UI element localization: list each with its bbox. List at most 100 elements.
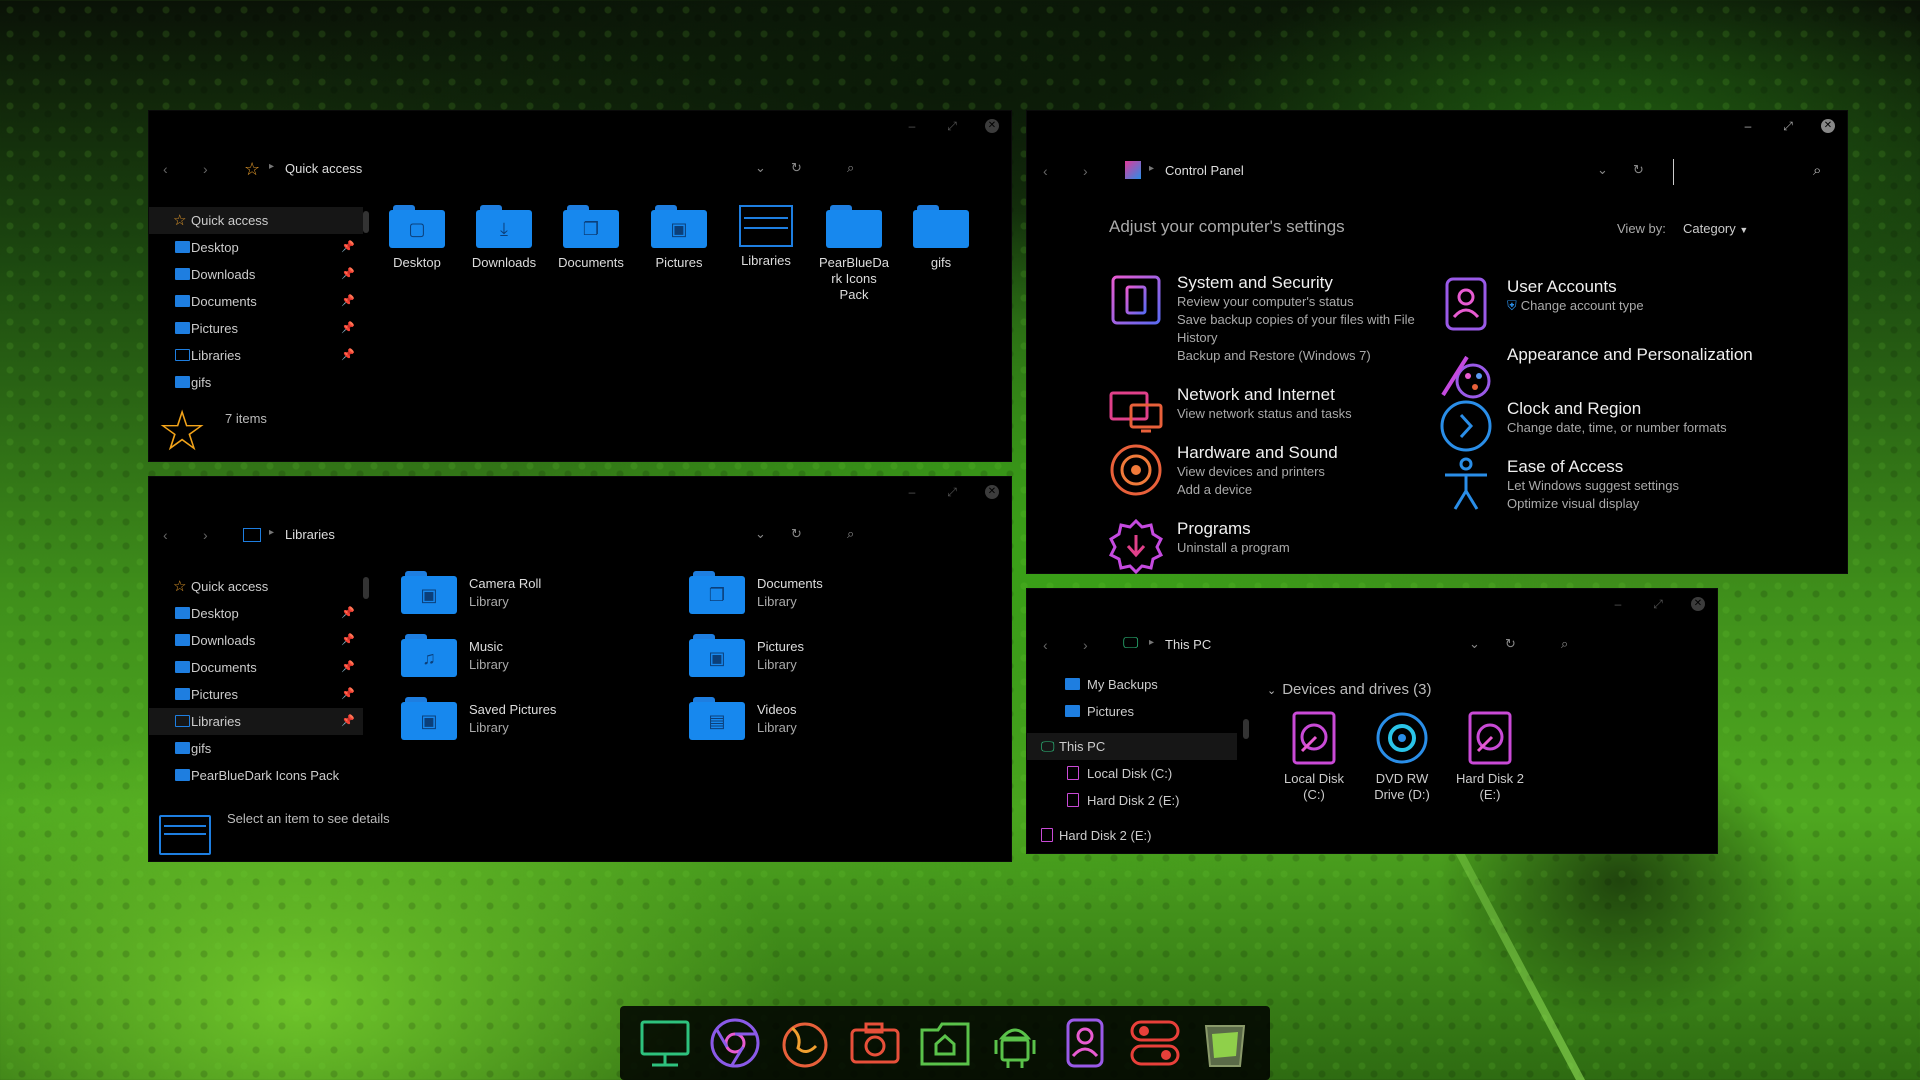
sidebar-item[interactable]: Local Disk (C:) xyxy=(1027,760,1237,787)
close-icon[interactable]: ✕ xyxy=(1821,119,1835,133)
sidebar-item[interactable]: Documents 📌 xyxy=(149,288,363,315)
breadcrumb[interactable]: This PC xyxy=(1165,637,1211,652)
accessibility-icon[interactable] xyxy=(1437,455,1495,513)
close-icon[interactable]: ✕ xyxy=(985,485,999,499)
forward-icon[interactable]: › xyxy=(203,161,208,177)
sidebar-item[interactable]: Desktop 📌 xyxy=(149,600,363,627)
folder-item[interactable]: ⤓ Downloads xyxy=(464,205,544,271)
user-account-icon[interactable] xyxy=(1437,275,1495,333)
sidebar-item[interactable]: ☆ Quick access xyxy=(149,573,363,600)
back-icon[interactable]: ‹ xyxy=(163,161,168,177)
sidebar-item[interactable]: Pictures xyxy=(1027,698,1237,725)
category-task-link[interactable]: Change date, time, or number formats xyxy=(1507,419,1727,437)
sidebar-item[interactable]: Libraries 📌 xyxy=(149,708,363,735)
sidebar-item[interactable]: Desktop 📌 xyxy=(149,234,363,261)
library-item[interactable]: ▤ Videos Library xyxy=(689,697,797,741)
scrollbar[interactable] xyxy=(363,211,369,233)
titlebar[interactable]: – ⤢ ✕ xyxy=(1027,111,1847,145)
maximize-icon[interactable]: ⤢ xyxy=(1651,597,1665,611)
camera-icon[interactable] xyxy=(845,1013,905,1073)
category-task-link[interactable]: Let Windows suggest settings xyxy=(1507,477,1679,495)
sidebar-item[interactable]: ☆ Quick access xyxy=(149,207,363,234)
category-task-link[interactable]: Review your computer's status xyxy=(1177,293,1427,311)
chevron-down-icon[interactable]: ⌄ xyxy=(755,526,766,542)
folder-item[interactable]: Libraries xyxy=(726,205,806,269)
breadcrumb[interactable]: Libraries xyxy=(285,527,335,542)
minimize-icon[interactable]: – xyxy=(905,119,919,133)
category-title-link[interactable]: Appearance and Personalization xyxy=(1507,345,1753,365)
pin-icon[interactable]: 📌 xyxy=(341,234,355,261)
refresh-icon[interactable]: ↻ xyxy=(1633,162,1644,178)
titlebar[interactable]: – ⤢ ✕ xyxy=(149,477,1011,511)
pin-icon[interactable]: 📌 xyxy=(341,261,355,288)
category-task-link[interactable]: ⛨ Change account type xyxy=(1507,297,1644,315)
pin-icon[interactable]: 📌 xyxy=(341,600,355,627)
android-icon[interactable] xyxy=(985,1013,1045,1073)
search-icon[interactable]: ⌕ xyxy=(847,526,854,542)
folder-item[interactable]: ❐ Documents xyxy=(551,205,631,271)
category-task-link[interactable]: View network status and tasks xyxy=(1177,405,1352,423)
refresh-icon[interactable]: ↻ xyxy=(791,526,802,542)
close-icon[interactable]: ✕ xyxy=(985,119,999,133)
programs-icon[interactable] xyxy=(1107,517,1165,575)
sidebar-item[interactable]: 🖵 This PC xyxy=(1027,733,1237,760)
pin-icon[interactable]: 📌 xyxy=(341,288,355,315)
category-task-link[interactable]: Optimize visual display xyxy=(1507,495,1679,513)
scrollbar[interactable] xyxy=(1243,719,1249,739)
breadcrumb[interactable]: Control Panel xyxy=(1165,163,1244,178)
sidebar-item[interactable]: Pictures 📌 xyxy=(149,681,363,708)
category-task-link[interactable]: Uninstall a program xyxy=(1177,539,1290,557)
close-icon[interactable]: ✕ xyxy=(1691,597,1705,611)
folder-item[interactable]: gifs xyxy=(901,205,981,271)
library-item[interactable]: ♫ Music Library xyxy=(401,634,509,678)
refresh-icon[interactable]: ↻ xyxy=(1505,636,1516,652)
maximize-icon[interactable]: ⤢ xyxy=(945,485,959,499)
firefox-icon[interactable] xyxy=(775,1013,835,1073)
category-title-link[interactable]: Clock and Region xyxy=(1507,399,1727,419)
sidebar-item[interactable]: Libraries 📌 xyxy=(149,342,363,369)
back-icon[interactable]: ‹ xyxy=(1043,163,1048,179)
scrollbar[interactable] xyxy=(363,577,369,599)
sidebar-item[interactable]: My Backups xyxy=(1027,671,1237,698)
category-title-link[interactable]: Ease of Access xyxy=(1507,457,1679,477)
titlebar[interactable]: – ⤢ ✕ xyxy=(1027,589,1717,623)
sidebar-item[interactable]: Pictures 📌 xyxy=(149,315,363,342)
category-title-link[interactable]: Programs xyxy=(1177,519,1290,539)
drive-item[interactable]: Hard Disk 2 (E:) xyxy=(1455,711,1525,803)
back-icon[interactable]: ‹ xyxy=(1043,637,1048,653)
category-title-link[interactable]: Network and Internet xyxy=(1177,385,1352,405)
monitor-icon[interactable] xyxy=(635,1013,695,1073)
pin-icon[interactable]: 📌 xyxy=(341,708,355,735)
network-icon[interactable] xyxy=(1107,383,1165,441)
search-icon[interactable]: ⌕ xyxy=(1561,636,1568,652)
chevron-down-icon[interactable]: ⌄ xyxy=(1469,636,1480,652)
sidebar-item[interactable]: gifs xyxy=(149,369,363,396)
library-item[interactable]: ❐ Documents Library xyxy=(689,571,823,615)
sidebar-item[interactable]: PearBlueDark Icons Pack xyxy=(149,762,363,789)
drive-item[interactable]: Local Disk (C:) xyxy=(1279,711,1349,803)
shield-computer-icon[interactable] xyxy=(1107,271,1165,329)
chevron-down-icon[interactable]: ⌄ xyxy=(755,160,766,176)
forward-icon[interactable]: › xyxy=(1083,163,1088,179)
folder-item[interactable]: ▣ Pictures xyxy=(639,205,719,271)
home-folder-icon[interactable] xyxy=(915,1013,975,1073)
category-task-link[interactable]: Backup and Restore (Windows 7) xyxy=(1177,347,1427,365)
category-task-link[interactable]: Add a device xyxy=(1177,481,1338,499)
pin-icon[interactable]: 📌 xyxy=(341,342,355,369)
pin-icon[interactable]: 📌 xyxy=(341,654,355,681)
library-item[interactable]: ▣ Camera Roll Library xyxy=(401,571,541,615)
group-header[interactable]: ⌄ Devices and drives (3) xyxy=(1267,681,1431,698)
forward-icon[interactable]: › xyxy=(1083,637,1088,653)
maximize-icon[interactable]: ⤢ xyxy=(945,119,959,133)
sidebar-item[interactable]: Downloads 📌 xyxy=(149,627,363,654)
folder-item[interactable]: PearBlueDa rk Icons Pack xyxy=(814,205,894,303)
palette-icon[interactable] xyxy=(1437,343,1495,401)
view-by-dropdown[interactable]: Category ▼ xyxy=(1683,221,1748,236)
category-task-link[interactable]: Save backup copies of your files with Fi… xyxy=(1177,311,1427,347)
category-title-link[interactable]: Hardware and Sound xyxy=(1177,443,1338,463)
category-task-link[interactable]: View devices and printers xyxy=(1177,463,1338,481)
library-item[interactable]: ▣ Saved Pictures Library xyxy=(401,697,556,741)
library-item[interactable]: ▣ Pictures Library xyxy=(689,634,804,678)
minimize-icon[interactable]: – xyxy=(905,485,919,499)
search-input[interactable] xyxy=(1673,159,1831,185)
